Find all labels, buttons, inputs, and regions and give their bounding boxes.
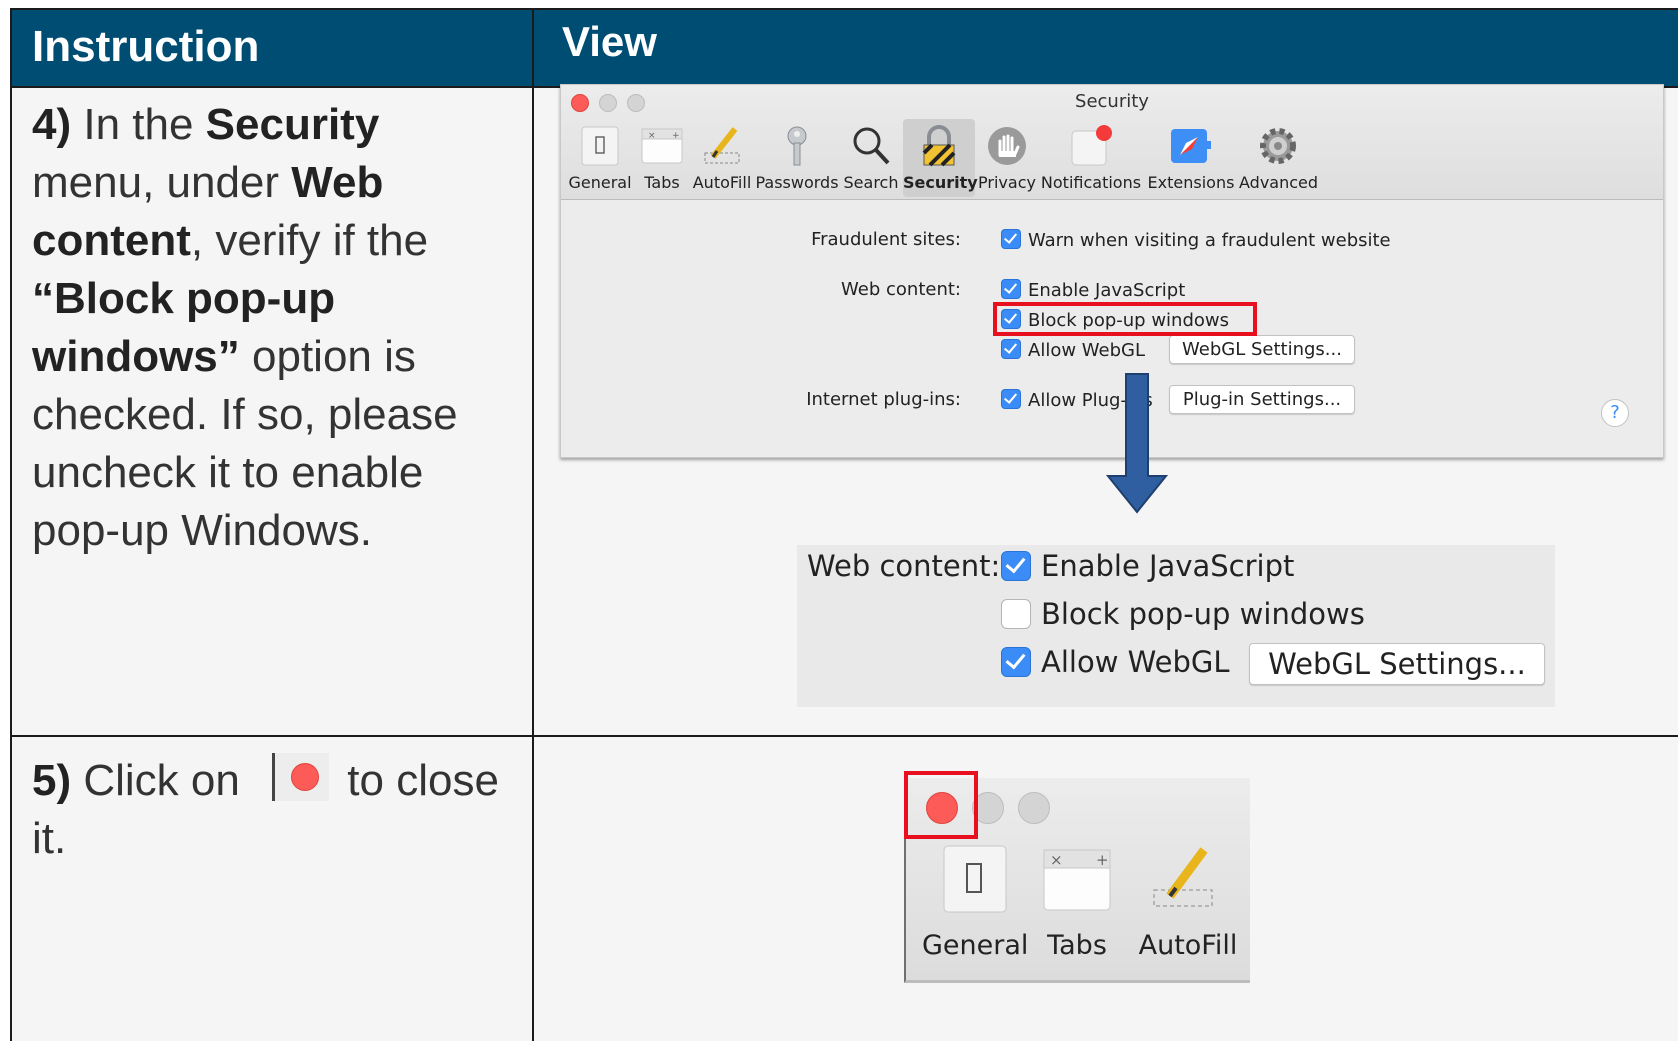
step-5-text: 5) Click on to close it.: [32, 752, 512, 868]
general-icon: [943, 845, 1007, 913]
tab-autofill[interactable]: AutoFill: [689, 119, 755, 197]
extensions-icon: [1171, 129, 1211, 163]
zoom-web-content-label: Web content:: [807, 549, 1001, 583]
tab-autofill[interactable]: AutoFill: [1128, 844, 1248, 974]
instruction-column-header: Instruction: [12, 10, 532, 86]
tabs-icon: × +: [641, 128, 683, 164]
close-button-icon: [272, 753, 330, 801]
zoom-webgl-settings-button[interactable]: WebGL Settings...: [1249, 643, 1545, 685]
popup-highlight-box: [993, 302, 1257, 336]
gear-icon: [1260, 128, 1296, 164]
tab-tabs[interactable]: × + Tabs: [1032, 844, 1122, 974]
tab-general[interactable]: General: [922, 844, 1028, 974]
checkbox-unchecked-icon[interactable]: [1001, 599, 1031, 629]
svg-text:×: ×: [1050, 851, 1063, 869]
webgl-settings-button[interactable]: WebGL Settings...: [1169, 335, 1355, 364]
tab-privacy[interactable]: Privacy: [975, 119, 1039, 197]
zoom-allow-webgl-option[interactable]: Allow WebGL: [1001, 645, 1230, 679]
svg-text:+: +: [1096, 851, 1109, 869]
view-column-header: View: [534, 10, 1678, 86]
checkbox-icon[interactable]: [1001, 339, 1021, 359]
tab-tabs[interactable]: × + Tabs: [635, 119, 689, 197]
help-button[interactable]: ?: [1601, 399, 1629, 427]
zoom-window-button[interactable]: [1018, 792, 1050, 824]
close-button-highlight-box: [904, 771, 978, 839]
tab-passwords[interactable]: Passwords: [755, 119, 839, 197]
step-4-text: 4) In the Security menu, under Web conte…: [32, 100, 458, 555]
column-divider: [532, 10, 534, 1041]
web-content-zoom-panel: Web content: Enable JavaScript Block pop…: [797, 545, 1555, 707]
zoom-enable-javascript-option[interactable]: Enable JavaScript: [1001, 549, 1294, 583]
plugin-settings-button[interactable]: Plug-in Settings...: [1169, 385, 1355, 414]
checkbox-icon[interactable]: [1001, 389, 1021, 409]
web-content-label: Web content:: [841, 279, 961, 300]
fraudulent-sites-label: Fraudulent sites:: [811, 229, 961, 250]
checkbox-icon[interactable]: [1001, 229, 1021, 249]
key-icon: [787, 126, 807, 166]
internet-plugins-label: Internet plug-ins:: [806, 389, 961, 410]
pencil-icon: [704, 127, 740, 164]
lock-icon: [922, 125, 956, 167]
notifications-icon: [1071, 125, 1112, 166]
tab-security[interactable]: Security: [903, 119, 978, 197]
svg-text:×: ×: [648, 131, 656, 141]
window-title: Security: [1075, 91, 1149, 112]
svg-text:+: +: [672, 131, 680, 141]
tabs-icon: × +: [1043, 849, 1111, 911]
preferences-toolbar: Security General × + Tabs AutoFill Passwo…: [561, 85, 1663, 200]
checkbox-icon[interactable]: [1001, 279, 1021, 299]
pencil-icon: [1153, 847, 1213, 907]
allow-webgl-option[interactable]: Allow WebGL: [1001, 339, 1145, 361]
zoom-block-popups-option[interactable]: Block pop-up windows: [1001, 597, 1365, 631]
hand-icon: [988, 127, 1026, 165]
tab-notifications[interactable]: Notifications: [1039, 119, 1143, 197]
checkbox-icon[interactable]: [1001, 551, 1031, 581]
general-icon: [581, 126, 619, 166]
enable-javascript-option[interactable]: Enable JavaScript: [1001, 279, 1185, 301]
tab-advanced[interactable]: Advanced: [1239, 119, 1318, 197]
search-icon: [853, 127, 890, 165]
checkbox-icon[interactable]: [1001, 647, 1031, 677]
fraud-warning-option[interactable]: Warn when visiting a fraudulent website: [1001, 229, 1391, 251]
row-divider: [12, 735, 1678, 737]
down-arrow-icon: [1105, 373, 1169, 514]
tab-search[interactable]: Search: [839, 119, 903, 197]
tab-extensions[interactable]: Extensions: [1143, 119, 1239, 197]
tab-general[interactable]: General: [565, 119, 635, 197]
